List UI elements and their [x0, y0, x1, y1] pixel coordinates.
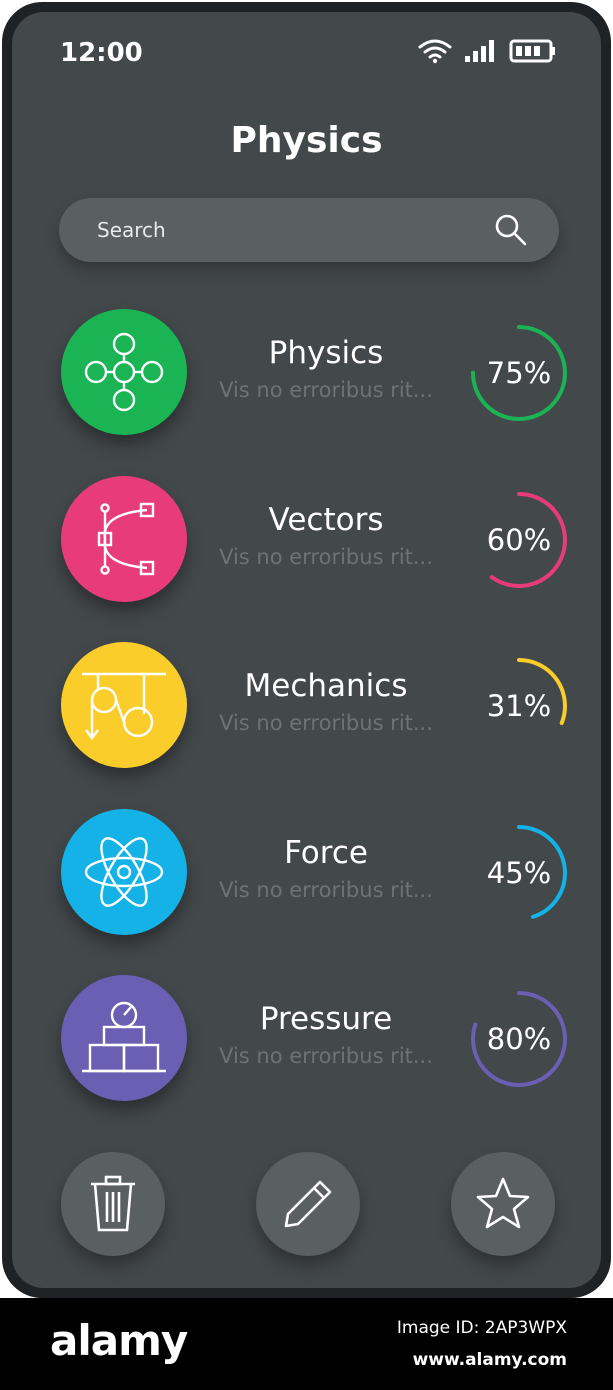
favorite-button[interactable]: [451, 1152, 555, 1256]
progress-percent: 31%: [486, 689, 552, 723]
item-title: Force: [284, 835, 368, 871]
list-item-mechanics[interactable]: Mechanics Vis no erroribus rit... 31%: [12, 642, 601, 772]
molecule-icon: [84, 332, 164, 412]
item-subtitle: Vis no erroribus rit...: [219, 1044, 433, 1068]
item-icon-circle: [61, 642, 187, 768]
item-icon-circle: [61, 809, 187, 935]
signal-icon: [465, 40, 494, 62]
list-item-physics[interactable]: Physics Vis no erroribus rit... 75%: [12, 309, 601, 439]
progress-percent: 60%: [486, 523, 552, 557]
item-title: Physics: [268, 335, 384, 371]
battery-icon: [509, 39, 555, 63]
search-icon[interactable]: [493, 212, 529, 248]
item-subtitle: Vis no erroribus rit...: [219, 878, 433, 902]
list-item-pressure[interactable]: Pressure Vis no erroribus rit... 80%: [12, 975, 601, 1105]
pencil-icon: [284, 1180, 332, 1228]
phone-frame: 12:00 Physics Search Physics Vis no erro…: [2, 2, 611, 1298]
page-title: Physics: [230, 120, 383, 161]
bezier-curve-icon: [97, 502, 155, 576]
delete-button[interactable]: [61, 1152, 165, 1256]
status-icons: [417, 38, 557, 64]
item-icon-circle: [61, 975, 187, 1101]
star-icon: [476, 1177, 530, 1229]
app-screen: 12:00 Physics Search Physics Vis no erro…: [12, 12, 601, 1288]
pressure-gauge-icon: [82, 1001, 166, 1073]
progress-percent: 75%: [486, 356, 552, 390]
item-subtitle: Vis no erroribus rit...: [219, 378, 433, 402]
pulley-icon: [82, 672, 166, 740]
search-placeholder: Search: [97, 218, 166, 242]
item-subtitle: Vis no erroribus rit...: [219, 711, 433, 735]
status-time: 12:00: [60, 38, 143, 68]
footer-image-id: Image ID: 2AP3WPX: [396, 1318, 567, 1338]
wifi-icon: [418, 39, 452, 64]
progress-percent: 80%: [486, 1022, 552, 1056]
list-item-force[interactable]: Force Vis no erroribus rit... 45%: [12, 809, 601, 939]
item-subtitle: Vis no erroribus rit...: [219, 545, 433, 569]
footer-band: alamy Image ID: 2AP3WPX www.alamy.com: [0, 1298, 613, 1390]
list-item-vectors[interactable]: Vectors Vis no erroribus rit... 60%: [12, 476, 601, 606]
footer-url: www.alamy.com: [412, 1350, 567, 1370]
item-icon-circle: [61, 309, 187, 435]
item-icon-circle: [61, 476, 187, 602]
trash-icon: [91, 1175, 135, 1232]
item-title: Mechanics: [244, 668, 408, 704]
search-bar[interactable]: Search: [59, 198, 559, 262]
footer-brand: alamy: [50, 1316, 188, 1365]
atom-icon: [84, 837, 164, 907]
item-title: Pressure: [259, 1001, 393, 1037]
progress-percent: 45%: [486, 856, 552, 890]
item-title: Vectors: [268, 502, 384, 538]
edit-button[interactable]: [256, 1152, 360, 1256]
